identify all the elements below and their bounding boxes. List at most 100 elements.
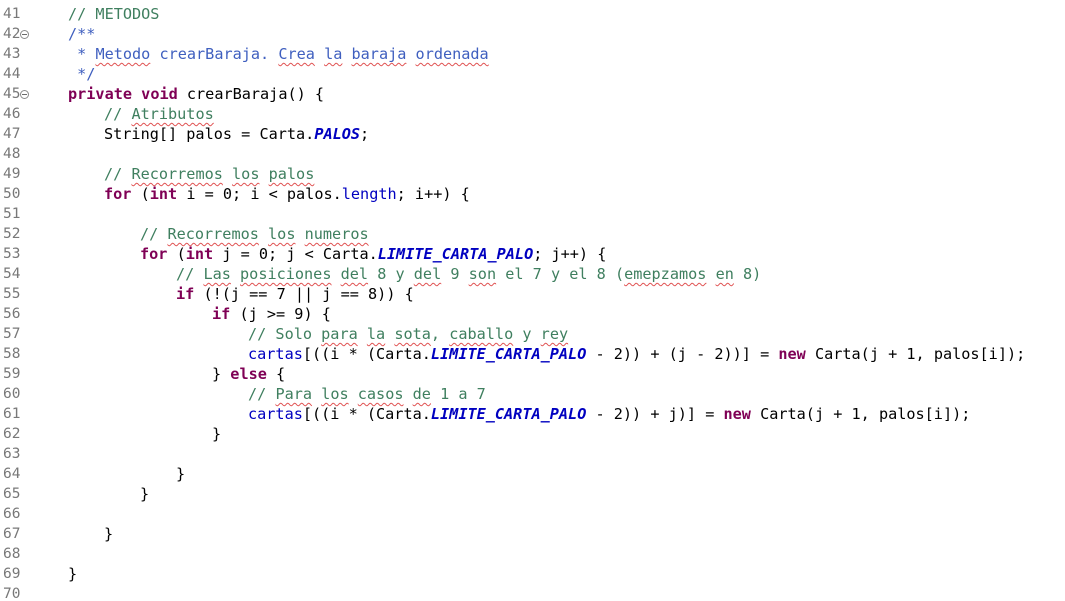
code-token: ordenada [415, 45, 489, 63]
code-line[interactable]: 63 [0, 444, 1065, 464]
code-token: int [185, 245, 214, 263]
code-token: int [149, 185, 178, 203]
code-text: } [176, 464, 185, 484]
code-token: new [778, 345, 806, 363]
code-line[interactable]: 47 String[] palos = Carta.PALOS; [0, 124, 1065, 144]
line-number: 60 [3, 386, 21, 402]
line-number: 41 [3, 6, 21, 22]
code-token: void [141, 85, 178, 103]
code-token: */ [68, 65, 96, 83]
code-token: // [104, 165, 132, 183]
code-line[interactable]: 64} [0, 464, 1065, 484]
code-token: Las [203, 265, 231, 283]
code-line[interactable]: 48 [0, 144, 1065, 164]
code-token: numeros [304, 225, 369, 243]
code-token: { [266, 365, 286, 383]
code-line[interactable]: 42/** [0, 24, 1065, 44]
code-token: } [140, 485, 150, 503]
code-line[interactable]: 58 cartas[((i * (Carta.LIMITE_CARTA_PALO … [0, 344, 1065, 364]
code-editor[interactable]: 41 // METODOS 42/** 43 * Metodo crearBaraja… [0, 0, 1065, 601]
line-number: 64 [3, 466, 21, 482]
fold-collapse-icon[interactable] [20, 30, 29, 39]
code-line[interactable]: 70 [0, 584, 1065, 601]
code-token: baraja [351, 45, 407, 63]
code-token: // [104, 105, 132, 123]
code-token: Metodo [95, 45, 151, 63]
code-line[interactable]: 67} [0, 524, 1065, 544]
line-number: 58 [3, 346, 21, 362]
code-token: * [68, 45, 96, 63]
code-token: los [232, 165, 260, 183]
code-token: else [230, 365, 267, 383]
code-token: palos [268, 165, 315, 183]
code-text: */ [68, 64, 95, 84]
code-token: del [340, 265, 369, 283]
code-token: caballo [449, 325, 514, 343]
code-line[interactable]: 53 for (int j = 0; j < Carta.LIMITE_CARTA… [0, 244, 1065, 264]
code-text: // Para los casos de 1 a 7 [248, 384, 486, 404]
code-line[interactable]: 55 if (!(j == 7 || j == 8)) { [0, 284, 1065, 304]
line-number: 68 [3, 546, 21, 562]
code-token: } [104, 525, 114, 543]
code-text: } else { [212, 364, 285, 384]
code-line[interactable]: 65} [0, 484, 1065, 504]
code-token: j = 0; j < Carta. [213, 245, 378, 263]
code-line[interactable]: 44 */ [0, 64, 1065, 84]
code-line[interactable]: 66 [0, 504, 1065, 524]
line-number: 59 [3, 366, 21, 382]
code-text: } [140, 484, 149, 504]
code-token: // Solo [248, 325, 322, 343]
code-line[interactable]: 52 // Recorremos los numeros [0, 224, 1065, 244]
code-token: 1 a 7 [430, 385, 486, 403]
code-text: // METODOS [68, 4, 159, 24]
code-line[interactable]: 62} [0, 424, 1065, 444]
line-number: 57 [3, 326, 21, 342]
code-line[interactable]: 46 // Atributos [0, 104, 1065, 124]
code-text: } [212, 424, 221, 444]
code-text: // Recorremos los numeros [140, 224, 369, 244]
line-number: 70 [3, 586, 21, 601]
code-line[interactable]: 61 cartas[((i * (Carta.LIMITE_CARTA_PALO … [0, 404, 1065, 424]
code-token: ; j++) { [533, 245, 607, 263]
code-line[interactable]: 45 private void crearBaraja() { [0, 84, 1065, 104]
code-text: } [68, 564, 77, 584]
code-token: LIMITE_CARTA_PALO [430, 405, 587, 423]
code-text: for (int i = 0; i < palos.length; i++) { [104, 184, 470, 204]
line-number: 53 [3, 246, 21, 262]
code-line[interactable]: 59 } else { [0, 364, 1065, 384]
code-line[interactable]: 49 // Recorremos los palos [0, 164, 1065, 184]
code-text: * Metodo crearBaraja. Crea la baraja ord… [68, 44, 489, 64]
code-line[interactable]: 60 // Para los casos de 1 a 7 [0, 384, 1065, 404]
line-number: 62 [3, 426, 21, 442]
code-line[interactable]: 43 * Metodo crearBaraja. Crea la baraja … [0, 44, 1065, 64]
code-line[interactable]: 54 // Las posiciones del 8 y del 9 son el… [0, 264, 1065, 284]
line-number: 67 [3, 526, 21, 542]
code-line[interactable]: 56 if (j >= 9) { [0, 304, 1065, 324]
code-token: } [212, 425, 222, 443]
code-token: Carta(j + 1, palos[i]); [805, 345, 1026, 363]
code-token: ; [360, 125, 370, 143]
code-token: emepzamos [624, 265, 707, 283]
code-line[interactable]: 51 [0, 204, 1065, 224]
code-line[interactable]: 68 [0, 544, 1065, 564]
code-token: // METODOS [68, 5, 160, 23]
line-number: 63 [3, 446, 21, 462]
fold-collapse-icon[interactable] [20, 90, 29, 99]
code-token: 9 [441, 265, 469, 283]
code-token: ( [167, 245, 186, 263]
code-token: Recorremos [167, 225, 259, 243]
code-token: String[] palos = Carta. [104, 125, 315, 143]
code-token: - 2)) + (j - 2))] = [586, 345, 779, 363]
code-token: rey [540, 325, 569, 343]
code-line[interactable]: 41 // METODOS [0, 4, 1065, 24]
line-number: 54 [3, 266, 21, 282]
code-line[interactable]: 57 // Solo para la sota, caballo y rey [0, 324, 1065, 344]
code-line[interactable]: 50 for (int i = 0; i < palos.length; i++)… [0, 184, 1065, 204]
code-line[interactable]: 69} [0, 564, 1065, 584]
